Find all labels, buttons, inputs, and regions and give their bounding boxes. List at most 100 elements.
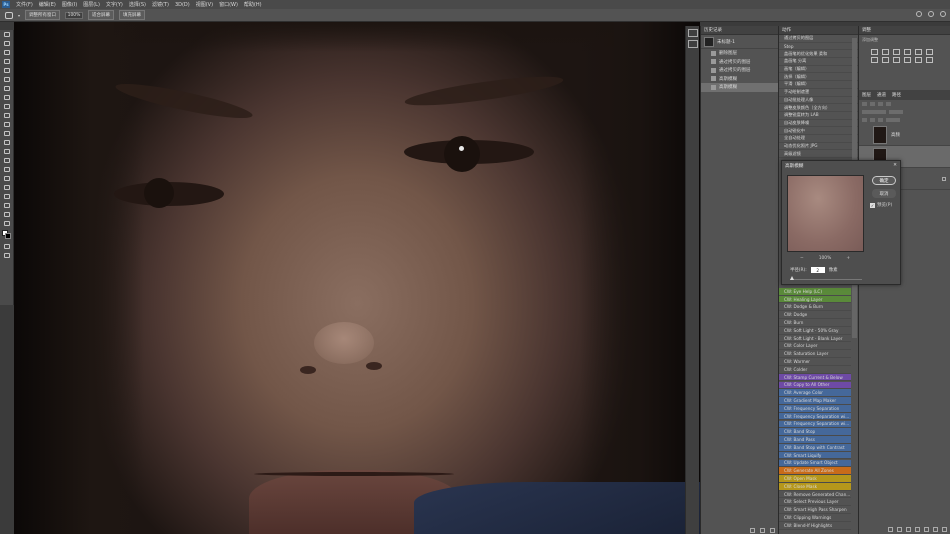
brightness-icon[interactable] <box>871 49 878 55</box>
trash-icon[interactable] <box>770 527 775 533</box>
color-swatches[interactable] <box>0 228 14 242</box>
dodge-tool[interactable] <box>0 156 14 165</box>
action-item[interactable]: CW: Soft Light - Blank Layer <box>779 335 851 343</box>
blend-mode-select[interactable] <box>862 110 886 114</box>
action-item[interactable]: 自动皮肤降噪 <box>779 120 858 128</box>
action-item[interactable]: CW: Average Color <box>779 389 851 398</box>
zoom-out-icon[interactable]: − <box>800 256 804 261</box>
quick-mask-button[interactable] <box>0 242 14 251</box>
action-item[interactable]: 画笔（编辑） <box>779 66 858 74</box>
action-item[interactable]: CW: Healing Layer <box>779 295 851 304</box>
path-select-tool[interactable] <box>0 183 14 192</box>
crop-tool[interactable] <box>0 66 14 75</box>
action-item[interactable]: CW: Band Pass <box>779 436 851 444</box>
bw-icon[interactable] <box>882 57 889 63</box>
workspace-icon[interactable] <box>928 11 934 17</box>
tool-preset-chevron-icon[interactable]: ▾ <box>18 13 20 18</box>
new-document-icon[interactable] <box>750 527 755 533</box>
action-item[interactable]: CW: Colder <box>779 366 851 374</box>
menu-select[interactable]: 选择(S) <box>129 1 146 8</box>
color-lookup-icon[interactable] <box>915 57 922 63</box>
action-item[interactable]: CW: Gradient Map Maker <box>779 397 851 405</box>
frame-tool[interactable] <box>0 75 14 84</box>
history-step-selected[interactable]: 高斯模糊 <box>701 83 778 92</box>
history-step[interactable]: 通过拷贝的图层 <box>701 58 778 67</box>
vibrance-icon[interactable] <box>915 49 922 55</box>
fill-screen-button[interactable]: 填充屏幕 <box>119 10 146 20</box>
tab-channels[interactable]: 通道 <box>877 92 886 98</box>
action-item[interactable]: CW: Smart Liquify <box>779 451 851 460</box>
hand-tool[interactable] <box>0 201 14 210</box>
history-panel-icon[interactable] <box>687 29 698 37</box>
action-item[interactable]: CW: Frequency Separation wi... <box>779 412 851 421</box>
shape-tool[interactable] <box>0 192 14 201</box>
action-item[interactable]: CW: Frequency Separation wi... <box>779 420 851 429</box>
gradient-tool[interactable] <box>0 138 14 147</box>
filter-icon[interactable] <box>870 102 875 106</box>
curves-icon[interactable] <box>893 49 900 55</box>
action-item[interactable]: CW: Blend-If Highlights <box>779 522 851 530</box>
action-item[interactable]: CW: Generate All Zones <box>779 467 851 476</box>
blur-tool[interactable] <box>0 147 14 156</box>
hue-icon[interactable] <box>926 49 933 55</box>
ok-button[interactable]: 确定 <box>872 176 896 185</box>
link-icon[interactable] <box>888 527 893 532</box>
color-balance-icon[interactable] <box>871 57 878 63</box>
radius-slider-thumb[interactable] <box>790 276 794 280</box>
action-item[interactable]: CW: Smart High Pass Sharpen <box>779 506 851 515</box>
background-color[interactable] <box>5 233 11 239</box>
lock-icon[interactable] <box>870 118 875 122</box>
quick-select-tool[interactable] <box>0 57 14 66</box>
action-item[interactable]: 选择（编辑） <box>779 73 858 82</box>
action-item[interactable]: CW: Update Smart Object <box>779 459 851 468</box>
action-item[interactable]: CW: Copy to All Other <box>779 381 851 390</box>
zoom-in-icon[interactable]: + <box>846 256 850 261</box>
lasso-tool[interactable] <box>0 48 14 57</box>
preview-option[interactable]: ✓ 预览(P) <box>870 202 892 208</box>
menu-edit[interactable]: 编辑(E) <box>39 1 56 8</box>
action-item[interactable]: CW: Open Mask <box>779 475 851 483</box>
menu-window[interactable]: 窗口(W) <box>219 1 238 8</box>
adjustments-title[interactable]: 调整 <box>859 26 950 35</box>
menu-image[interactable]: 图像(I) <box>62 1 77 8</box>
pen-tool[interactable] <box>0 165 14 174</box>
camera-icon[interactable] <box>760 527 765 533</box>
filter-icon[interactable] <box>886 102 891 106</box>
type-tool[interactable] <box>0 174 14 183</box>
history-step[interactable]: 删除图层 <box>701 49 778 58</box>
actions-panel-title[interactable]: 动作 <box>779 26 858 35</box>
action-item[interactable]: CW: Band Stop with Contrast <box>779 444 851 452</box>
adjustment-layer-icon[interactable] <box>915 527 920 532</box>
action-item[interactable]: 平滑（编辑） <box>779 81 858 89</box>
action-item[interactable]: 高级滤镜 <box>779 150 858 158</box>
action-item[interactable]: CW: Burn <box>779 319 851 327</box>
move-tool[interactable] <box>0 30 14 39</box>
close-icon[interactable]: ✕ <box>893 163 897 168</box>
fit-screen-button[interactable]: 适合屏幕 <box>88 10 115 20</box>
marquee-tool[interactable] <box>0 39 14 48</box>
action-item[interactable]: CW: Dodge & Burn <box>779 304 851 312</box>
scroll-all-windows-checkbox[interactable]: 调整所有窗口 <box>25 10 61 20</box>
invert-icon[interactable] <box>926 57 933 63</box>
action-item[interactable]: CW: Clipping Warnings <box>779 514 851 522</box>
search-icon[interactable] <box>916 11 922 17</box>
levels-icon[interactable] <box>882 49 889 55</box>
menu-3d[interactable]: 3D(D) <box>175 2 190 8</box>
photo-filter-icon[interactable] <box>893 57 900 63</box>
menu-type[interactable]: 文字(Y) <box>106 1 123 8</box>
menu-file[interactable]: 文件(F) <box>16 1 33 8</box>
action-item[interactable]: 通过拷贝的图层 <box>779 35 858 43</box>
eyedropper-tool[interactable] <box>0 84 14 93</box>
action-item[interactable]: CW: Stamp Current & Below <box>779 373 851 382</box>
action-item[interactable]: CW: Soft Light - 50% Gray <box>779 327 851 335</box>
trash-icon[interactable] <box>942 527 947 532</box>
menu-view[interactable]: 视图(V) <box>196 1 213 8</box>
filter-icon[interactable] <box>878 102 883 106</box>
lock-icon[interactable] <box>878 118 883 122</box>
lock-icon[interactable] <box>862 118 867 122</box>
zoom-tool[interactable] <box>0 210 14 219</box>
action-item[interactable]: CW: Close Mask <box>779 483 851 491</box>
action-item[interactable]: 动态优化照片 JPG <box>779 143 858 151</box>
tab-paths[interactable]: 路径 <box>892 92 901 98</box>
blur-preview-image[interactable] <box>787 175 864 252</box>
